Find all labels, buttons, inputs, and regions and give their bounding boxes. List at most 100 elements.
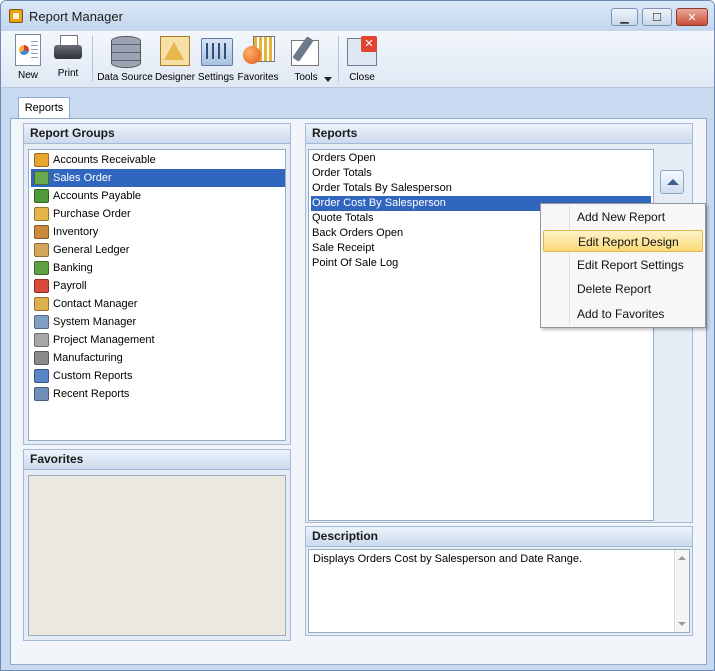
data-source-label: Data Source: [97, 72, 153, 83]
report-group-item[interactable]: Purchase Order: [31, 205, 285, 223]
report-group-label: Custom Reports: [53, 370, 133, 382]
report-list-item[interactable]: Order Totals: [311, 166, 651, 181]
general-ledger-icon: [34, 243, 49, 257]
report-group-item[interactable]: Accounts Receivable: [31, 151, 285, 169]
report-group-label: System Manager: [53, 316, 137, 328]
description-box[interactable]: Displays Orders Cost by Salesperson and …: [308, 549, 690, 633]
tools-button[interactable]: Tools: [287, 32, 325, 86]
description-text: Displays Orders Cost by Salesperson and …: [313, 553, 583, 565]
data-source-button[interactable]: Data Source: [97, 32, 153, 86]
report-group-item[interactable]: Recent Reports: [31, 385, 285, 403]
report-group-item[interactable]: Manufacturing: [31, 349, 285, 367]
report-group-label: Accounts Payable: [53, 190, 142, 202]
report-group-label: Payroll: [53, 280, 87, 292]
report-group-label: Accounts Receivable: [53, 154, 156, 166]
report-group-item[interactable]: Custom Reports: [31, 367, 285, 385]
report-group-label: Project Management: [53, 334, 155, 346]
menu-item-add-to-favorites[interactable]: Add to Favorites: [543, 303, 703, 325]
report-group-label: Recent Reports: [53, 388, 130, 400]
report-group-label: Inventory: [53, 226, 99, 238]
report-group-item[interactable]: Project Management: [31, 331, 285, 349]
report-group-item[interactable]: System Manager: [31, 313, 285, 331]
favorites-label: Favorites: [237, 72, 279, 83]
inventory-icon: [34, 225, 49, 239]
tools-dropdown-arrow-icon[interactable]: [324, 77, 332, 82]
toolbar-separator: [338, 36, 339, 82]
report-group-item[interactable]: Sales Order: [31, 169, 285, 187]
settings-label: Settings: [197, 72, 235, 83]
menu-item-edit-report-design[interactable]: Edit Report Design: [543, 230, 703, 252]
favorites-header: Favorites: [24, 450, 290, 470]
favorites-icon: [241, 34, 275, 68]
designer-label: Designer: [155, 72, 196, 83]
report-group-item[interactable]: Inventory: [31, 223, 285, 241]
tab-strip: Reports: [1, 89, 714, 119]
report-group-item[interactable]: General Ledger: [31, 241, 285, 259]
sales-order-icon: [34, 171, 49, 185]
report-list-item[interactable]: Order Totals By Salesperson: [311, 181, 651, 196]
printer-icon: [53, 34, 83, 64]
minimize-button[interactable]: ▁: [611, 8, 638, 26]
minimize-icon: ▁: [620, 11, 629, 24]
new-report-icon: [15, 34, 41, 66]
report-context-menu: Add New Report Edit Report Design Edit R…: [540, 203, 706, 328]
tools-icon: [289, 34, 323, 68]
description-scrollbar[interactable]: [674, 550, 689, 632]
favorites-button[interactable]: Favorites: [237, 32, 279, 86]
scroll-down-icon[interactable]: [678, 622, 686, 626]
close-button[interactable]: ✕: [676, 8, 708, 26]
report-group-item[interactable]: Contact Manager: [31, 295, 285, 313]
maximize-icon: ☐: [652, 11, 662, 24]
database-icon: [108, 34, 142, 68]
report-group-label: Contact Manager: [53, 298, 138, 310]
report-groups-panel: Report Groups Accounts Receivable Sales …: [23, 123, 291, 445]
report-group-label: Manufacturing: [53, 352, 123, 364]
report-group-label: Banking: [53, 262, 93, 274]
maximize-button[interactable]: ☐: [642, 8, 672, 26]
report-group-item[interactable]: Payroll: [31, 277, 285, 295]
tab-reports[interactable]: Reports: [18, 97, 70, 119]
tools-label: Tools: [294, 72, 318, 83]
scroll-up-icon[interactable]: [678, 556, 686, 560]
menu-item-edit-report-settings[interactable]: Edit Report Settings: [543, 254, 703, 276]
report-manager-window: Report Manager ▁ ☐ ✕ New Print Data Sour…: [0, 0, 715, 671]
menu-item-delete-report[interactable]: Delete Report: [543, 278, 703, 300]
banking-icon: [34, 261, 49, 275]
description-panel: Description Displays Orders Cost by Sale…: [305, 526, 693, 636]
favorites-panel: Favorites: [23, 449, 291, 641]
arrow-up-icon: [667, 179, 679, 185]
designer-button[interactable]: Designer: [155, 32, 195, 86]
settings-button[interactable]: Settings: [197, 32, 235, 86]
toolbar: New Print Data Source Designer Settings …: [1, 31, 714, 88]
print-label: Print: [57, 68, 79, 79]
close-window-icon: [345, 34, 379, 68]
report-groups-header: Report Groups: [24, 124, 290, 144]
close-label: Close: [349, 72, 375, 83]
close-report-manager-button[interactable]: Close: [344, 32, 380, 86]
favorites-list[interactable]: [28, 475, 286, 636]
new-button[interactable]: New: [10, 32, 46, 86]
print-button[interactable]: Print: [50, 32, 86, 86]
project-management-icon: [34, 333, 49, 347]
toolbar-separator: [92, 36, 93, 82]
window-title: Report Manager: [29, 9, 123, 24]
menu-item-add-new-report[interactable]: Add New Report: [543, 206, 703, 228]
designer-icon: [158, 34, 192, 68]
report-list-item[interactable]: Orders Open: [311, 151, 651, 166]
report-group-label: Purchase Order: [53, 208, 131, 220]
accounts-receivable-icon: [34, 153, 49, 167]
report-group-item[interactable]: Accounts Payable: [31, 187, 285, 205]
manufacturing-icon: [34, 351, 49, 365]
report-group-label: General Ledger: [53, 244, 130, 256]
title-bar[interactable]: Report Manager ▁ ☐ ✕: [1, 1, 714, 31]
report-group-item[interactable]: Banking: [31, 259, 285, 277]
report-group-label: Sales Order: [53, 172, 112, 184]
description-header: Description: [306, 527, 692, 547]
report-groups-list[interactable]: Accounts Receivable Sales Order Accounts…: [28, 149, 286, 441]
move-up-button[interactable]: [660, 170, 684, 194]
reports-header: Reports: [306, 124, 692, 144]
contact-manager-icon: [34, 297, 49, 311]
payroll-icon: [34, 279, 49, 293]
close-icon: ✕: [687, 11, 697, 24]
settings-icon: [199, 34, 233, 68]
